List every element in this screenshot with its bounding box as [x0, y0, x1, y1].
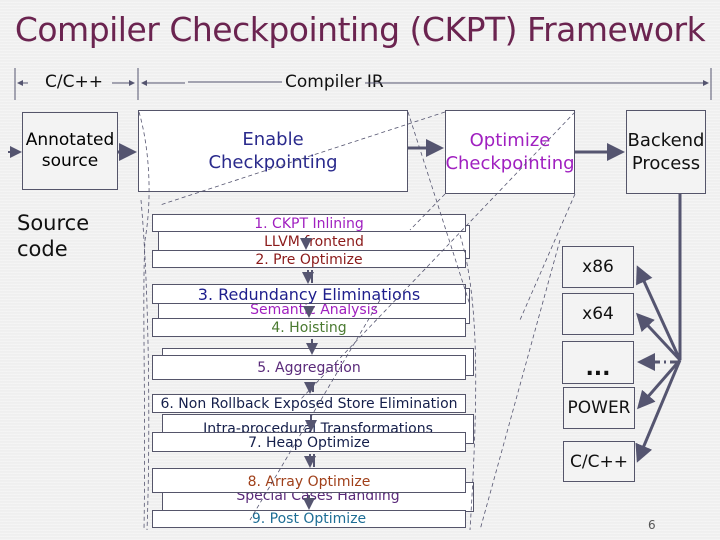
source-code-label: Source code — [17, 210, 89, 263]
stage-ckpt-inlining: 1. CKPT Inlining — [152, 214, 466, 232]
stage-pre-optimize: 2. Pre Optimize — [152, 250, 466, 268]
stage-array-optimize: 8. Array Optimize — [152, 468, 466, 493]
stage-post-optimize: 9. Post Optimize — [152, 510, 466, 528]
source-code-line2: code — [17, 237, 68, 262]
target-c-cpp: C/C++ — [563, 441, 635, 482]
stage-redundancy-eliminations: 3. Redundancy Eliminations — [152, 284, 466, 304]
backend-process-box: Backend Process — [626, 110, 706, 194]
optimize-checkpointing-box: Optimize Checkpointing — [445, 110, 575, 194]
backend-line2: Process — [631, 153, 701, 174]
optimize-line1: Optimize — [469, 129, 551, 151]
enable-line1: Enable — [242, 128, 304, 150]
optimize-line2: Checkpointing — [445, 153, 575, 174]
range-label-source-lang: C/C++ — [45, 72, 103, 92]
stage-aggregation: 5. Aggregation — [152, 355, 466, 380]
stage-non-rollback-store-elimination: 6. Non Rollback Exposed Store Eliminatio… — [152, 394, 466, 413]
arrow-to-power — [637, 359, 682, 410]
range-label-compiler-ir: Compiler IR — [285, 72, 384, 92]
target-power: POWER — [563, 387, 635, 429]
arrow-to-x86 — [636, 265, 682, 361]
arrow-to-x64 — [635, 312, 682, 362]
slide-title: Compiler Checkpointing (CKPT) Framework — [14, 10, 706, 49]
annotated-source-line2: source — [41, 151, 99, 171]
arrow-to-c-cpp — [635, 359, 682, 463]
stage-hoisting: 4. Hoisting — [152, 318, 466, 337]
target-x64: x64 — [562, 293, 634, 335]
annotated-source-line1: Annotated — [25, 129, 115, 150]
target-x86: x86 — [562, 246, 634, 288]
enable-checkpointing-box: Enable Checkpointing — [138, 110, 408, 192]
target-more: ... — [562, 341, 634, 384]
annotated-source-box: Annotated source — [22, 112, 118, 190]
backend-line1: Backend — [627, 129, 705, 151]
stage-heap-optimize: 7. Heap Optimize — [152, 432, 466, 452]
page-number: 6 — [648, 518, 656, 532]
source-code-line1: Source — [17, 211, 90, 235]
enable-line2: Checkpointing — [208, 152, 338, 173]
